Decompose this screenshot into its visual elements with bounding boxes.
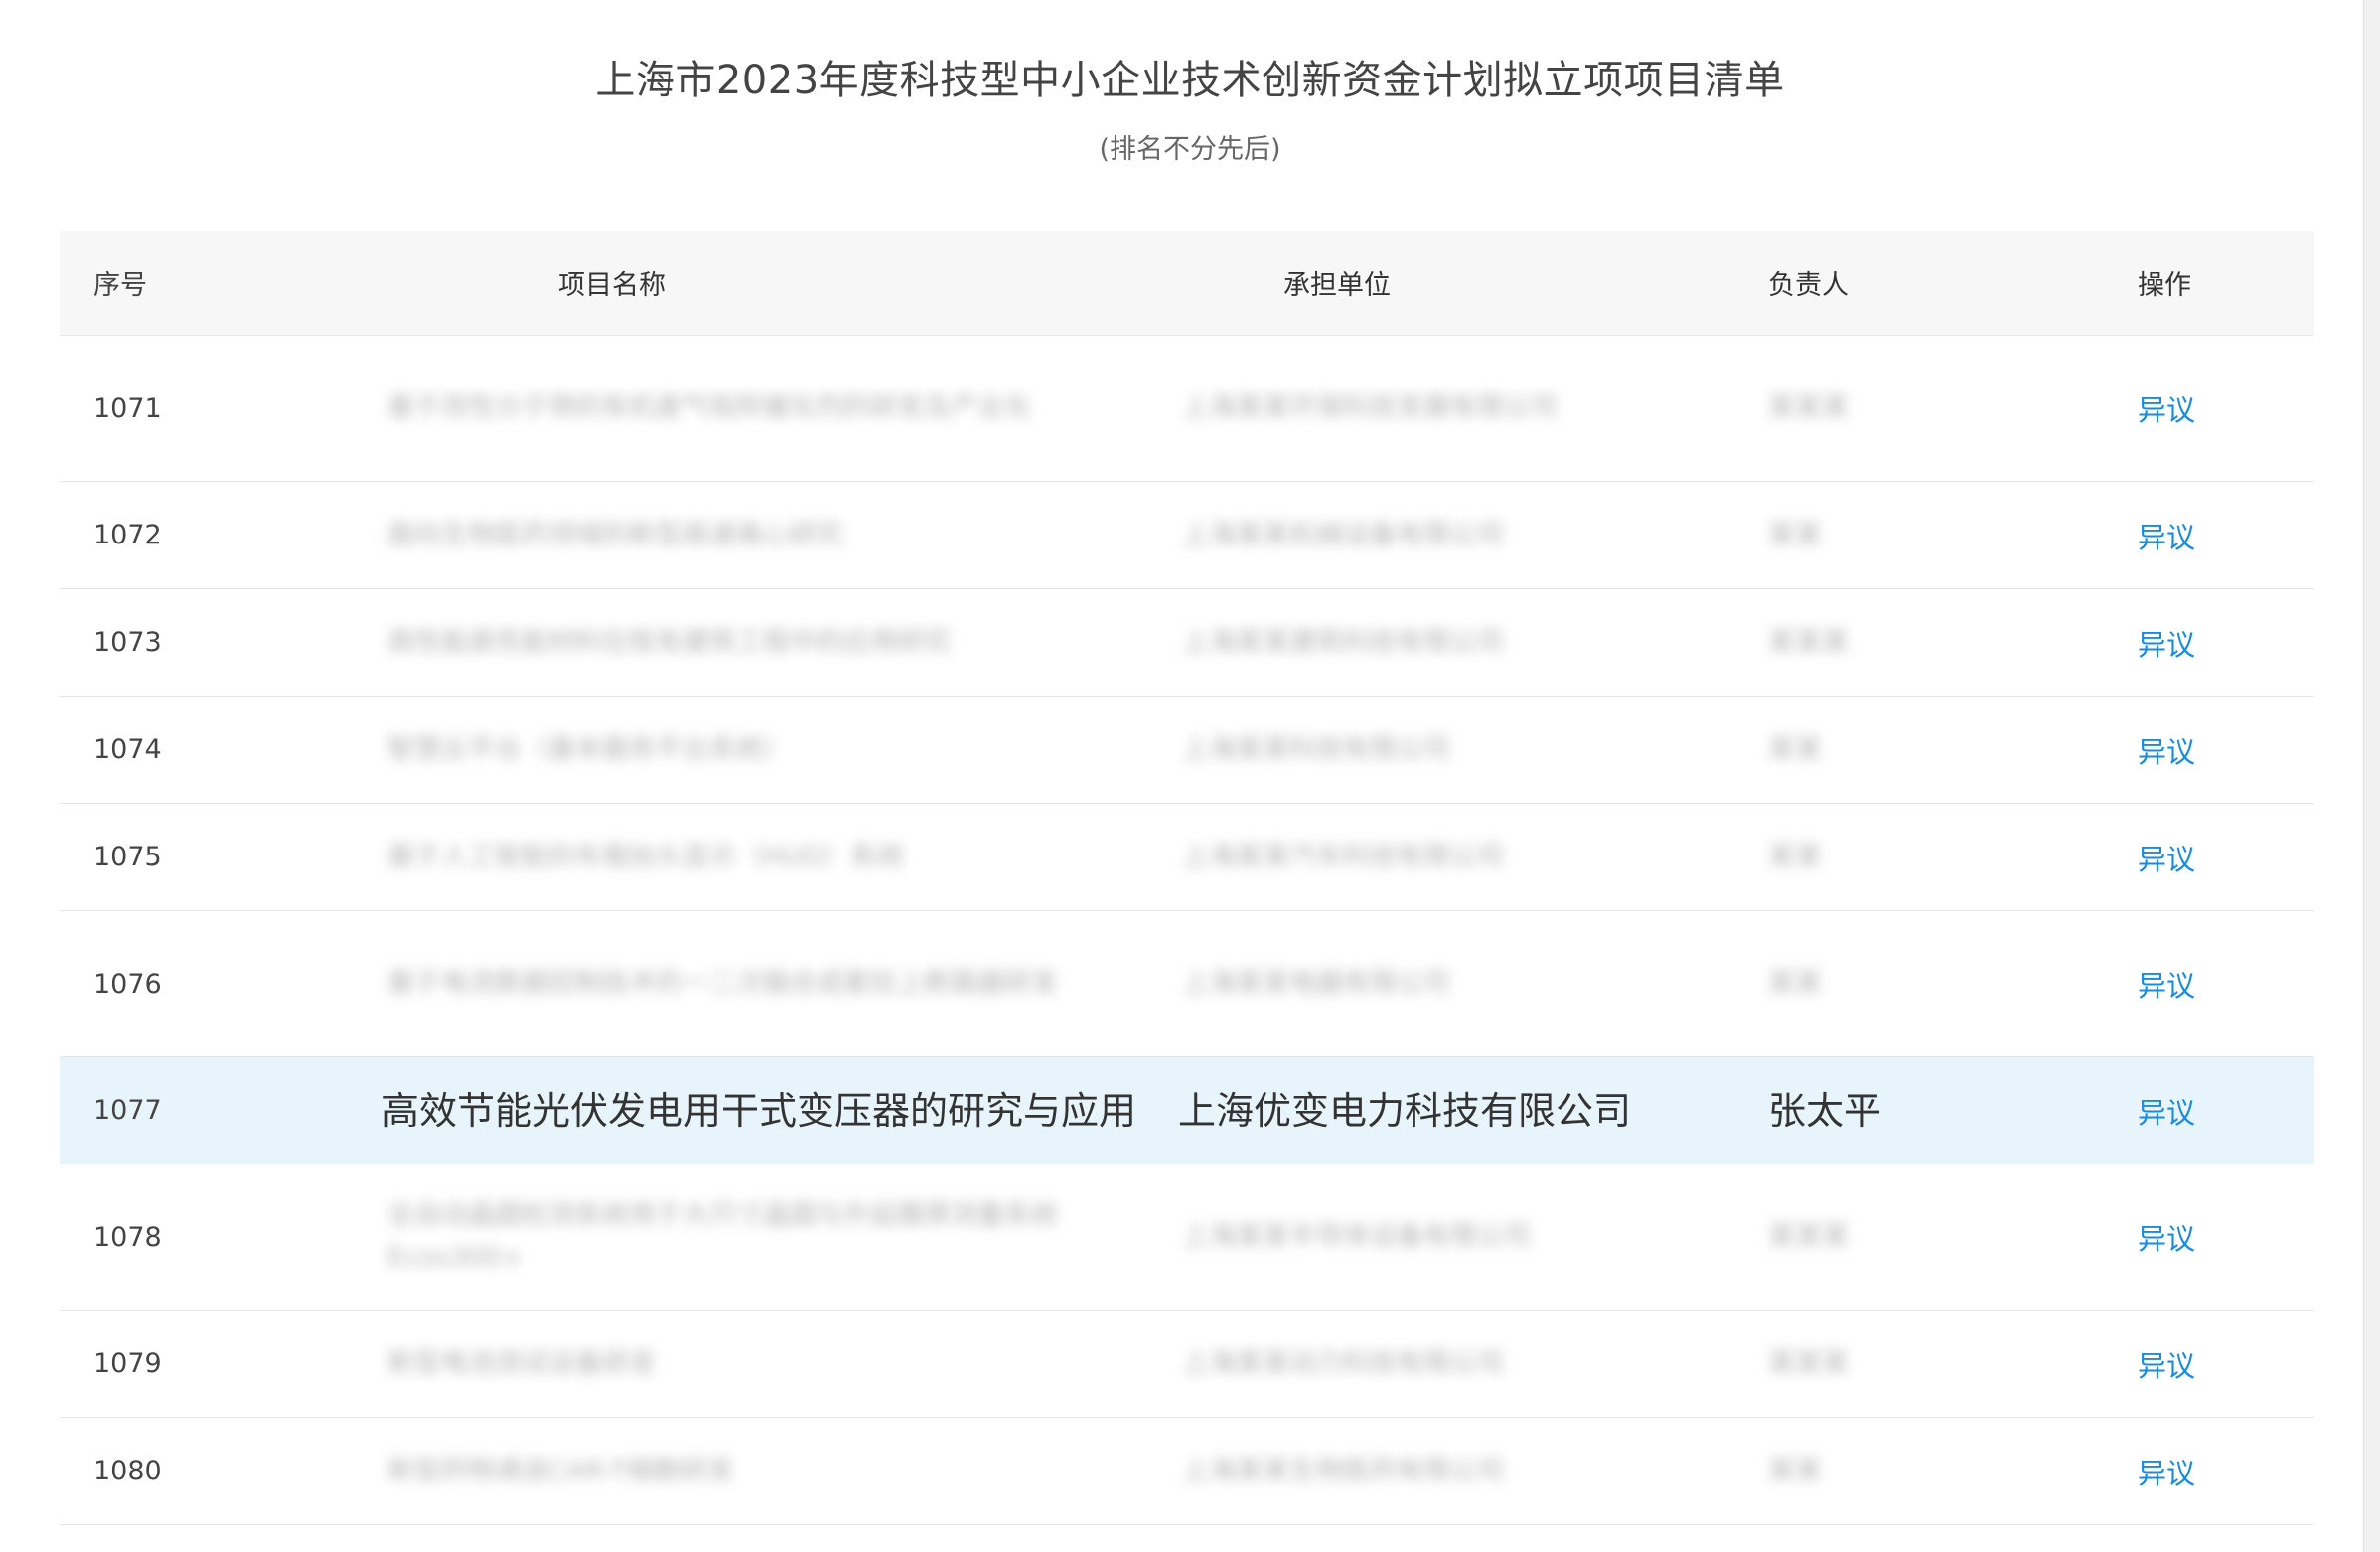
row-name: 新型药物递送CAR-T细胞研发 xyxy=(387,1455,734,1486)
row-unit: 上海某某电器有限公司 xyxy=(1182,968,1450,999)
row-person: 某某 xyxy=(1768,1455,1822,1486)
table-row: 1071 基于改性分子筛的有机废气吸附催化剂的研发及产业化 上海某某环保科技发展… xyxy=(60,336,2314,482)
row-name: 智慧云平台（基本服务平台系统） xyxy=(387,733,790,765)
objection-link[interactable]: 异议 xyxy=(2138,963,2195,1005)
row-name: 基于人工智能的车载抬头显示（HUD）系统 xyxy=(387,841,904,872)
row-unit: 上海优变电力科技有限公司 xyxy=(1178,1088,1632,1133)
table-row: 1072 面向生物医药领域的新型高速离心研究 上海某某机械设备有限公司 某某 异… xyxy=(60,482,2314,589)
objection-link[interactable]: 异议 xyxy=(2138,622,2195,664)
row-name: 面向生物医药领域的新型高速离心研究 xyxy=(387,519,843,550)
table-row: 1079 新型电池测试设备研发 上海某某动力科技有限公司 某某某 异议 xyxy=(60,1311,2314,1418)
row-name: 基于电流数据控制技术的一二次融合成套柱上断路器研发 xyxy=(387,968,1058,999)
row-person: 某某某 xyxy=(1768,1347,1849,1379)
row-no: 1080 xyxy=(93,1456,162,1486)
row-no: 1074 xyxy=(93,734,162,765)
header-op: 操作 xyxy=(2138,270,2191,301)
table-row: 1073 高性能高性能材料在既有建筑工程中的应用研究 上海某某建筑科技有限公司 … xyxy=(60,589,2314,697)
row-no: 1077 xyxy=(93,1095,162,1126)
row-no: 1078 xyxy=(93,1221,162,1253)
row-person: 某某某 xyxy=(1768,1221,1849,1252)
header-unit: 承担单位 xyxy=(1283,270,1391,301)
table-header: 序号 项目名称 承担单位 负责人 操作 xyxy=(60,231,2314,336)
objection-link[interactable]: 异议 xyxy=(2138,515,2195,556)
table-row: 1076 基于电流数据控制技术的一二次融合成套柱上断路器研发 上海某某电器有限公… xyxy=(60,911,2314,1057)
row-no: 1072 xyxy=(93,520,162,550)
row-unit: 上海某某环保科技发展有限公司 xyxy=(1182,392,1558,423)
objection-link[interactable]: 异议 xyxy=(2138,1343,2195,1385)
row-name: 基于改性分子筛的有机废气吸附催化剂的研发及产业化 xyxy=(387,392,1031,423)
table-row: 1080 新型药物递送CAR-T细胞研发 上海某某生物医药有限公司 某某 异议 xyxy=(60,1418,2314,1525)
row-person: 某某某 xyxy=(1768,392,1849,423)
objection-link[interactable]: 异议 xyxy=(2138,1451,2195,1492)
header-no: 序号 xyxy=(93,270,147,301)
table-row-highlighted: 1077 高效节能光伏发电用干式变压器的研究与应用 上海优变电力科技有限公司 张… xyxy=(60,1057,2314,1164)
row-unit: 上海某某科技有限公司 xyxy=(1182,733,1450,765)
objection-link[interactable]: 异议 xyxy=(2138,729,2195,771)
row-name: 新型电池测试设备研发 xyxy=(387,1347,656,1379)
row-unit: 上海某某半导体设备有限公司 xyxy=(1182,1221,1531,1252)
project-table: 序号 项目名称 承担单位 负责人 操作 1071 基于改性分子筛的有机废气吸附催… xyxy=(60,231,2314,1525)
objection-link[interactable]: 异议 xyxy=(2138,388,2195,429)
objection-link[interactable]: 异议 xyxy=(2138,1216,2195,1258)
row-person: 某某 xyxy=(1768,968,1822,999)
table-row: 1075 基于人工智能的车载抬头显示（HUD）系统 上海某某汽车科技有限公司 某… xyxy=(60,804,2314,911)
page-scrollbar[interactable] xyxy=(2363,0,2380,1552)
page-subtitle: (排名不分先后) xyxy=(1099,134,1281,165)
header-person: 负责人 xyxy=(1768,270,1849,301)
row-person: 某某 xyxy=(1768,519,1822,550)
row-no: 1075 xyxy=(93,842,162,872)
table-row: 1074 智慧云平台（基本服务平台系统） 上海某某科技有限公司 某某 异议 xyxy=(60,697,2314,804)
row-unit: 上海某某汽车科技有限公司 xyxy=(1182,841,1504,872)
row-person: 某某某 xyxy=(1768,626,1849,658)
row-name: 全自动晶圆检测系统用于大尺寸晶圆与外延膜厚测量系统 Ecos300+ xyxy=(387,1200,1058,1273)
page-title: 上海市2023年度科技型中小企业技术创新资金计划拟立项项目清单 xyxy=(595,58,1785,103)
row-person: 某某 xyxy=(1768,841,1822,872)
header-name: 项目名称 xyxy=(558,270,666,301)
objection-link[interactable]: 异议 xyxy=(2138,837,2195,878)
row-person: 某某 xyxy=(1768,733,1822,765)
row-no: 1073 xyxy=(93,627,162,658)
row-unit: 上海某某机械设备有限公司 xyxy=(1182,519,1504,550)
row-no: 1079 xyxy=(93,1348,162,1379)
row-unit: 上海某某动力科技有限公司 xyxy=(1182,1347,1504,1379)
row-no: 1071 xyxy=(93,392,162,424)
row-unit: 上海某某生物医药有限公司 xyxy=(1182,1455,1504,1486)
row-person: 张太平 xyxy=(1768,1088,1882,1133)
objection-link[interactable]: 异议 xyxy=(2138,1090,2195,1132)
row-unit: 上海某某建筑科技有限公司 xyxy=(1182,626,1504,658)
row-name: 高性能高性能材料在既有建筑工程中的应用研究 xyxy=(387,626,951,658)
table-row: 1078 全自动晶圆检测系统用于大尺寸晶圆与外延膜厚测量系统 Ecos300+ … xyxy=(60,1164,2314,1311)
row-no: 1076 xyxy=(93,968,162,1000)
row-name: 高效节能光伏发电用干式变压器的研究与应用 xyxy=(381,1088,1137,1133)
